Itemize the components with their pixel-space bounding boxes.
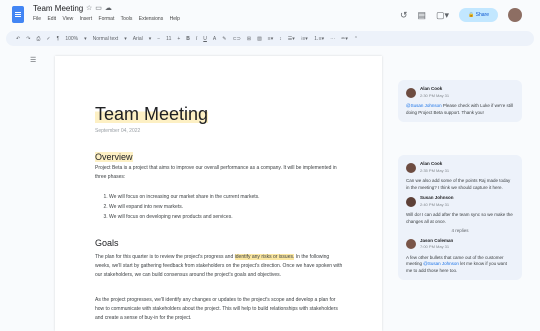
comment-thread[interactable]: Alan Cook 2:30 PM May 31 @Susan Johnson …	[398, 80, 522, 122]
avatar	[406, 239, 416, 249]
paint-format-icon[interactable]: ¶	[57, 36, 60, 42]
comments-icon[interactable]: ▤	[417, 10, 426, 21]
print-icon[interactable]: ⎙	[36, 36, 40, 42]
reply-time: 2:40 PM May 31	[420, 201, 450, 207]
spellcheck-icon[interactable]: ✓	[46, 36, 50, 42]
comment-thread[interactable]: Alan Cook 2:35 PM May 31 Can we also add…	[398, 155, 522, 280]
zoom-select[interactable]: 100%	[65, 36, 78, 42]
menu-view[interactable]: View	[62, 16, 73, 22]
section-heading-goals: Goals	[95, 238, 119, 248]
menu-extensions[interactable]: Extensions	[139, 16, 163, 22]
section-heading-overview: Overview	[95, 152, 133, 162]
star-icon[interactable]: ☆	[86, 5, 95, 12]
underline-icon[interactable]: U	[203, 36, 207, 42]
title-bar: Team Meeting ☆▭☁ File Edit View Insert F…	[0, 0, 540, 30]
menu-help[interactable]: Help	[170, 16, 180, 22]
numbered-list-icon[interactable]: ⒈≡▾	[314, 35, 324, 42]
undo-icon[interactable]: ↶	[16, 36, 20, 42]
document-page[interactable]: Team Meeting September 04, 2022 Overview…	[55, 56, 382, 331]
collapse-icon[interactable]: ⌃	[354, 36, 358, 42]
mention-link[interactable]: @Susan Johnson	[406, 103, 442, 108]
history-icon[interactable]: ↺	[400, 10, 408, 21]
comment-time: 2:35 PM May 31	[420, 167, 450, 173]
menu-insert[interactable]: Insert	[80, 16, 93, 22]
bullet-list-icon[interactable]: ⁝≡▾	[301, 36, 308, 42]
overview-paragraph: Project Beta is a project that aims to i…	[95, 165, 337, 180]
style-select[interactable]: Normal text	[93, 36, 119, 42]
font-size-input[interactable]: 11	[166, 36, 171, 42]
move-folder-icon[interactable]: ▭	[95, 5, 105, 12]
menu-format[interactable]: Format	[99, 16, 115, 22]
chevron-down-icon: ▾	[84, 35, 87, 42]
avatar	[406, 87, 416, 98]
account-avatar[interactable]	[508, 8, 522, 22]
decrease-size-icon[interactable]: −	[157, 36, 160, 42]
cloud-status-icon: ☁	[104, 5, 115, 12]
highlighted-text[interactable]: identify any risks or issues.	[234, 254, 295, 260]
document-title[interactable]: Team Meeting	[33, 4, 83, 13]
chevron-down-icon: ▾	[148, 35, 152, 42]
line-spacing-icon[interactable]: ↕	[279, 36, 282, 42]
increase-size-icon[interactable]: +	[177, 36, 180, 42]
reply-time: 7:00 PM May 31	[420, 244, 450, 249]
formatting-toolbar: ↶ ↷ ⎙ ✓ ¶ 100% ▾ Normal text ▾ Arial ▾ − 11…	[6, 31, 534, 46]
redo-icon[interactable]: ↷	[26, 36, 30, 42]
outline-icon[interactable]: ☰	[30, 56, 36, 64]
checklist-icon[interactable]: ☰▾	[288, 36, 295, 42]
more-icon[interactable]: ⋯	[330, 36, 335, 42]
chevron-down-icon: ▾	[124, 35, 127, 42]
highlight-icon[interactable]: ✎	[222, 36, 226, 42]
align-icon[interactable]: ≡▾	[268, 36, 273, 42]
meet-icon[interactable]: ▢▾	[436, 10, 449, 21]
font-select[interactable]: Arial	[133, 36, 143, 42]
image-icon[interactable]: ▨	[257, 36, 262, 42]
goals-paragraph: The plan for this quarter is to review t…	[95, 254, 343, 278]
menu-file[interactable]: File	[33, 16, 41, 22]
editing-mode-icon[interactable]: ✏▾	[341, 36, 348, 42]
goals-paragraph-2: As the project progresses, we'll identif…	[95, 297, 338, 321]
overview-list: We will focus on increasing our market s…	[101, 192, 341, 222]
docs-app: Team Meeting ☆▭☁ File Edit View Insert F…	[0, 0, 540, 331]
bold-icon[interactable]: B	[186, 36, 190, 42]
menu-bar: File Edit View Insert Format Tools Exten…	[33, 16, 185, 22]
menu-edit[interactable]: Edit	[47, 16, 56, 22]
avatar	[406, 196, 416, 207]
comment-text: Can we also add some of the points Raj m…	[406, 178, 511, 190]
link-icon[interactable]: ⊂⊃	[232, 36, 240, 42]
list-item: We will focus on increasing our market s…	[109, 192, 341, 202]
docs-logo-icon[interactable]	[12, 6, 24, 23]
reply-text: A few other bullets that came out of the…	[406, 254, 507, 273]
list-item: We will focus on developing new products…	[109, 212, 341, 222]
doc-title-heading: Team Meeting	[95, 104, 209, 125]
reply-text: Will do! I can add after the team sync s…	[406, 212, 513, 224]
menu-tools[interactable]: Tools	[121, 16, 133, 22]
replies-count-link[interactable]: 4 replies	[406, 228, 514, 235]
comment-time: 2:30 PM May 31	[420, 92, 450, 98]
italic-icon[interactable]: I	[196, 36, 197, 42]
comment-text: @Susan Johnson Please check with Luke if…	[406, 103, 513, 115]
list-item: We will expand into new markets.	[109, 202, 341, 212]
avatar	[406, 162, 416, 173]
text-color-icon[interactable]: A	[213, 36, 216, 42]
reply-author: Susan Johnson	[420, 195, 454, 200]
insert-comment-icon[interactable]: ⊞	[247, 36, 251, 42]
doc-date: September 04, 2022	[95, 128, 141, 134]
mention-link[interactable]: @Susan Johnson	[423, 261, 459, 266]
share-label: Share	[475, 12, 489, 18]
share-button[interactable]: 🔒 Share	[459, 8, 498, 22]
